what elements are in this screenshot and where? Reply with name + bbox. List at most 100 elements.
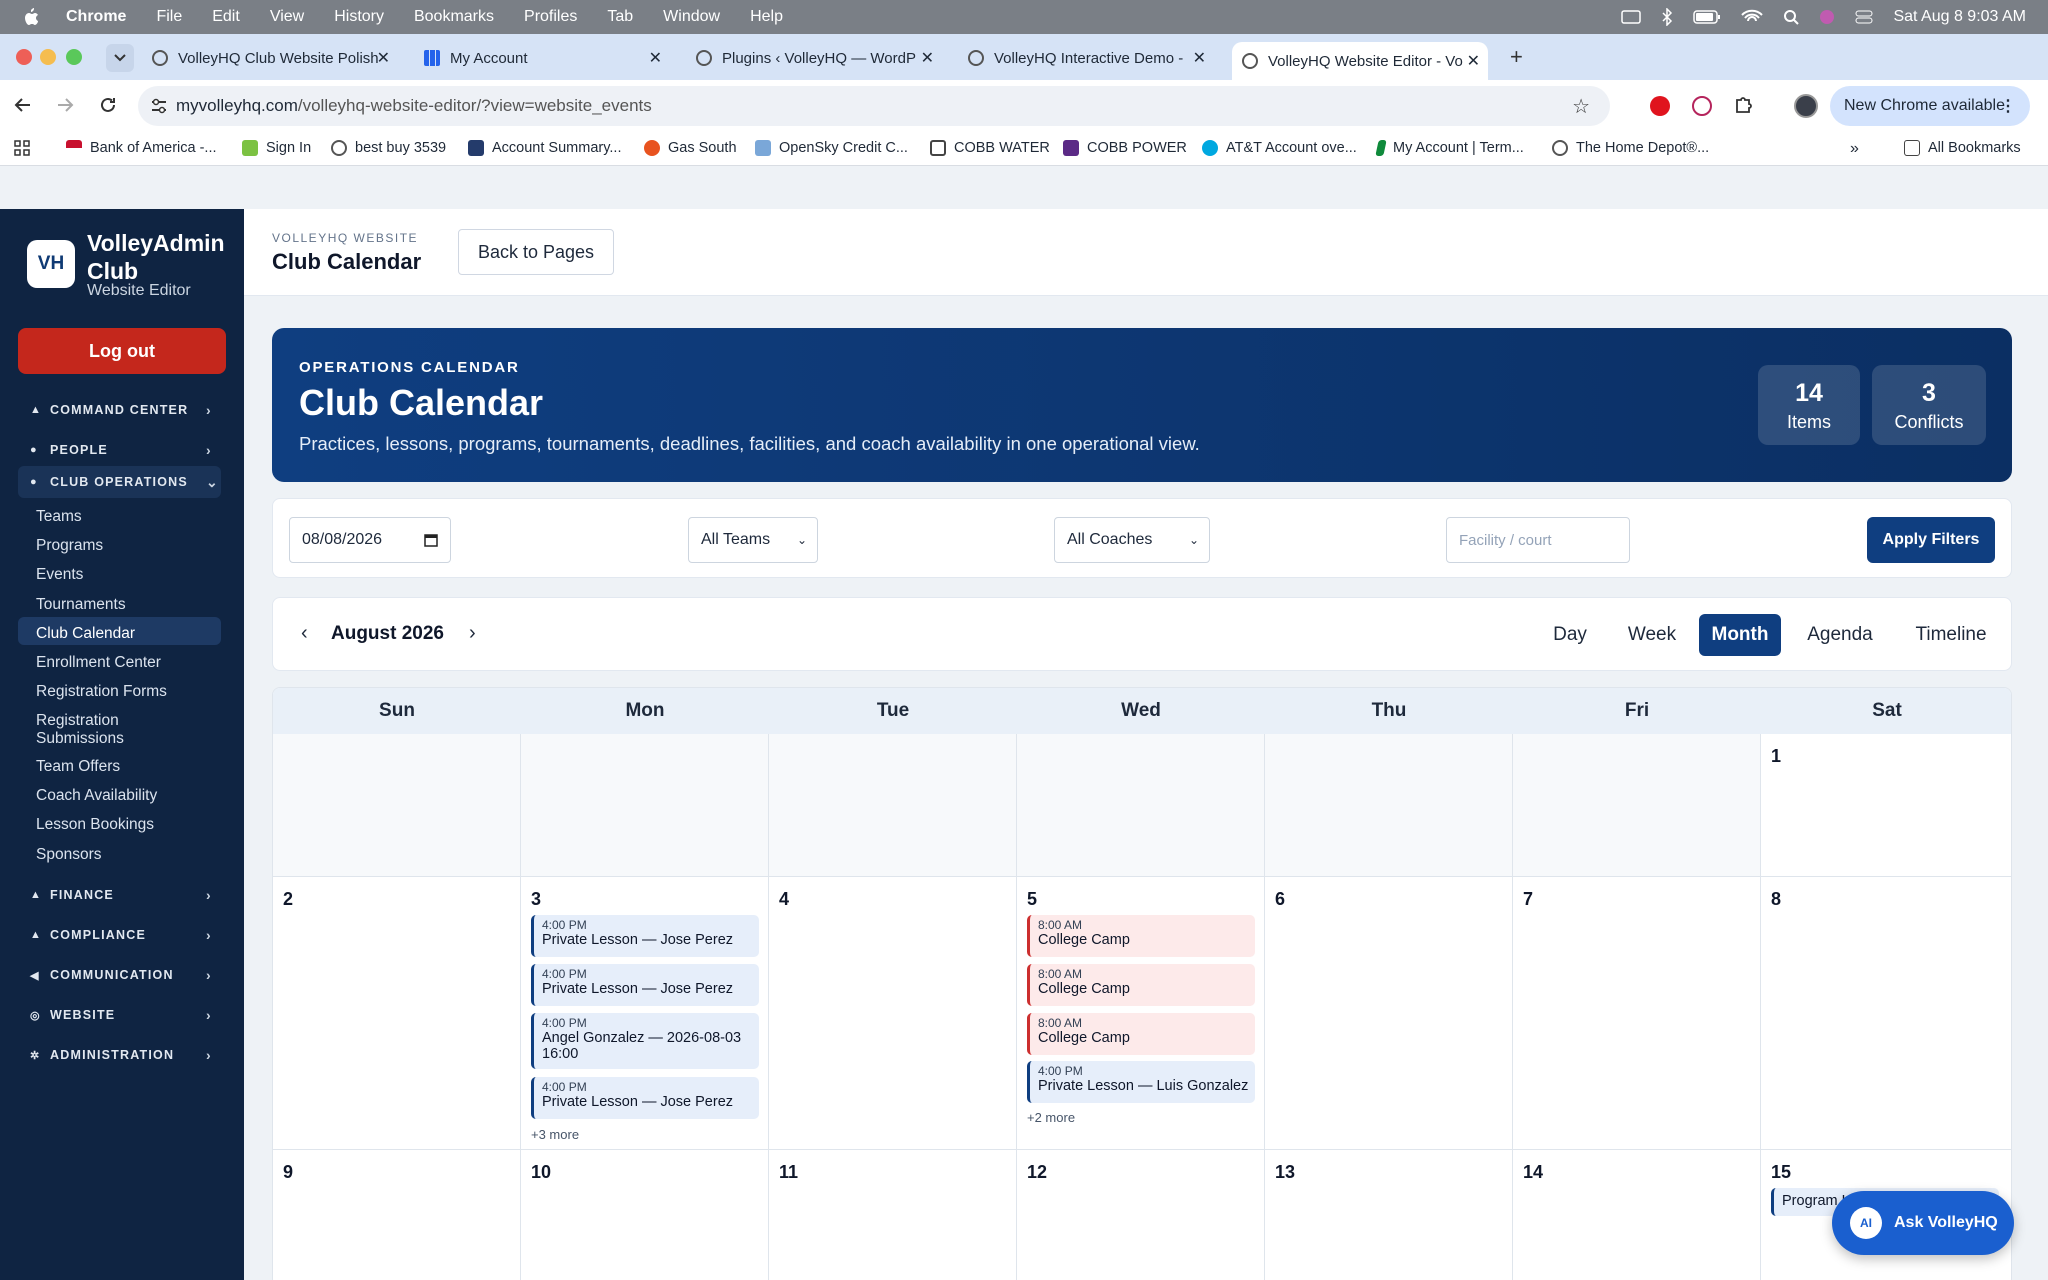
day-cell[interactable]: 4 [769, 877, 1017, 1150]
day-cell[interactable]: 13 [1265, 1150, 1513, 1280]
nav-section-people[interactable]: ● PEOPLE › [30, 442, 211, 458]
day-cell[interactable]: 14 [1513, 1150, 1761, 1280]
day-cell[interactable]: 11 [769, 1150, 1017, 1280]
close-tab-icon[interactable]: ✕ [1462, 51, 1480, 71]
bookmark-item[interactable]: Gas South [644, 140, 737, 156]
browser-tab[interactable]: VolleyHQ Interactive Demo - ✕ [968, 42, 1214, 74]
view-week-button[interactable]: Week [1621, 614, 1683, 656]
sidebar-item-teams[interactable]: Teams [36, 508, 82, 526]
day-cell[interactable]: 5 8:00 AM College Camp 8:00 AM College Cam… [1017, 877, 1265, 1150]
sidebar-item-events[interactable]: Events [36, 566, 83, 584]
date-filter-input[interactable]: 08/08/2026 [289, 517, 451, 563]
calendar-event[interactable]: 8:00 AM College Camp [1027, 964, 1255, 1006]
sidebar-item-registration-submissions[interactable]: Registration Submissions [36, 712, 146, 748]
browser-tab-active[interactable]: VolleyHQ Website Editor - Vo ✕ [1232, 42, 1488, 80]
sidebar-item-tournaments[interactable]: Tournaments [36, 596, 126, 614]
sidebar-item-lesson-bookings[interactable]: Lesson Bookings [36, 816, 154, 834]
facility-input[interactable]: Facility / court [1446, 517, 1630, 563]
day-cell[interactable]: 7 [1513, 877, 1761, 1150]
back-to-pages-button[interactable]: Back to Pages [458, 229, 614, 275]
nav-section-administration[interactable]: ✲ ADMINISTRATION › [30, 1047, 211, 1063]
view-timeline-button[interactable]: Timeline [1903, 614, 1999, 656]
minimize-window-icon[interactable] [40, 49, 56, 65]
menu-window[interactable]: Window [663, 8, 720, 26]
menu-tab[interactable]: Tab [607, 8, 633, 26]
calendar-event[interactable]: 8:00 AM College Camp [1027, 915, 1255, 957]
calendar-event[interactable]: 8:00 AM College Camp [1027, 1013, 1255, 1055]
more-events-link[interactable]: +2 more [1027, 1110, 1075, 1125]
day-cell[interactable]: 12 [1017, 1150, 1265, 1280]
nav-section-club-operations[interactable]: ● CLUB OPERATIONS ⌄ [30, 474, 218, 490]
menu-profiles[interactable]: Profiles [524, 8, 577, 26]
close-tab-icon[interactable]: ✕ [649, 48, 662, 68]
more-events-link[interactable]: +3 more [531, 1127, 579, 1142]
spotlight-search-icon[interactable] [1783, 9, 1800, 25]
apply-filters-button[interactable]: Apply Filters [1867, 517, 1995, 563]
nav-section-compliance[interactable]: ▲ COMPLIANCE › [30, 927, 211, 943]
more-bookmarks-icon[interactable]: » [1850, 140, 1859, 158]
nav-section-website[interactable]: ◎ WEBSITE › [30, 1007, 211, 1023]
bluetooth-icon[interactable] [1661, 8, 1673, 26]
apple-icon[interactable] [22, 7, 40, 27]
bookmark-item[interactable]: The Home Depot®... [1552, 140, 1709, 156]
reload-icon[interactable] [99, 96, 117, 114]
battery-icon[interactable] [1693, 10, 1721, 24]
new-tab-icon[interactable]: + [1510, 44, 1523, 70]
control-center-icon[interactable] [1855, 10, 1873, 24]
sidebar-item-registration-forms[interactable]: Registration Forms [36, 683, 167, 701]
site-info-icon[interactable] [150, 98, 168, 114]
more-vertical-icon[interactable]: ⋮ [2000, 96, 2016, 116]
day-cell[interactable]: 10 [521, 1150, 769, 1280]
calendar-event[interactable]: 4:00 PM Private Lesson — Jose Perez [531, 964, 759, 1006]
address-bar[interactable]: myvolleyhq.com/volleyhq-website-editor/?… [138, 86, 1610, 126]
apps-grid-icon[interactable] [14, 140, 30, 156]
display-icon[interactable] [1621, 10, 1642, 24]
browser-tab[interactable]: VolleyHQ Club Website Polish ✕ [152, 42, 398, 74]
nav-section-command-center[interactable]: ▲ COMMAND CENTER › [30, 402, 211, 418]
sidebar-item-enrollment-center[interactable]: Enrollment Center [36, 654, 161, 672]
day-cell[interactable]: 2 [273, 877, 521, 1150]
close-tab-icon[interactable]: ✕ [1188, 48, 1206, 68]
coach-select[interactable]: All Coaches ⌄ [1054, 517, 1210, 563]
day-cell[interactable]: 3 4:00 PM Private Lesson — Jose Perez 4:0… [521, 877, 769, 1150]
day-cell[interactable]: 8 [1761, 877, 2011, 1150]
day-cell[interactable]: 9 [273, 1150, 521, 1280]
profile-avatar[interactable] [1794, 94, 1818, 118]
bookmark-item[interactable]: Account Summary... [468, 140, 621, 156]
ask-ai-button[interactable]: AI Ask VolleyHQ [1832, 1191, 2014, 1255]
forward-arrow-icon[interactable] [56, 96, 74, 114]
bookmark-item[interactable]: COBB WATER [930, 140, 1050, 156]
sidebar-item-sponsors[interactable]: Sponsors [36, 846, 101, 864]
day-cell[interactable]: 1 [1761, 734, 2011, 877]
sidebar-item-coach-availability[interactable]: Coach Availability [36, 787, 157, 805]
menu-app-name[interactable]: Chrome [66, 8, 126, 26]
sidebar-item-programs[interactable]: Programs [36, 537, 103, 555]
tab-search-icon[interactable] [106, 44, 134, 72]
view-agenda-button[interactable]: Agenda [1799, 614, 1881, 656]
calendar-event[interactable]: 4:00 PM Private Lesson — Jose Perez [531, 915, 759, 957]
view-day-button[interactable]: Day [1543, 614, 1597, 656]
menu-bookmarks[interactable]: Bookmarks [414, 8, 494, 26]
close-window-icon[interactable] [16, 49, 32, 65]
menu-file[interactable]: File [156, 8, 182, 26]
menu-view[interactable]: View [270, 8, 304, 26]
sidebar-item-team-offers[interactable]: Team Offers [36, 758, 120, 776]
team-select[interactable]: All Teams ⌄ [688, 517, 818, 563]
calendar-event[interactable]: 4:00 PM Angel Gonzalez — 2026-08-03 16:00 [531, 1013, 759, 1069]
view-month-button[interactable]: Month [1699, 614, 1781, 656]
extensions-puzzle-icon[interactable] [1734, 95, 1754, 115]
bookmark-item[interactable]: Bank of America -... [66, 140, 217, 156]
chrome-update-button[interactable]: New Chrome available ⋮ [1830, 86, 2030, 126]
bookmark-star-icon[interactable]: ☆ [1572, 94, 1590, 119]
bookmark-item[interactable]: COBB POWER [1063, 140, 1187, 156]
sidebar-item-club-calendar[interactable]: Club Calendar [36, 625, 135, 643]
back-arrow-icon[interactable] [14, 96, 32, 114]
close-tab-icon[interactable]: ✕ [916, 48, 934, 68]
clock[interactable]: Sat Aug 8 9:03 AM [1893, 8, 2026, 26]
bookmark-item[interactable]: Sign In [242, 140, 311, 156]
bookmark-item[interactable]: My Account | Term... [1375, 140, 1524, 156]
chevron-left-icon[interactable]: ‹ [301, 622, 308, 645]
wifi-icon[interactable] [1741, 9, 1764, 25]
nav-section-finance[interactable]: ▲ FINANCE › [30, 887, 211, 903]
bookmark-item[interactable]: AT&T Account ove... [1202, 140, 1357, 156]
